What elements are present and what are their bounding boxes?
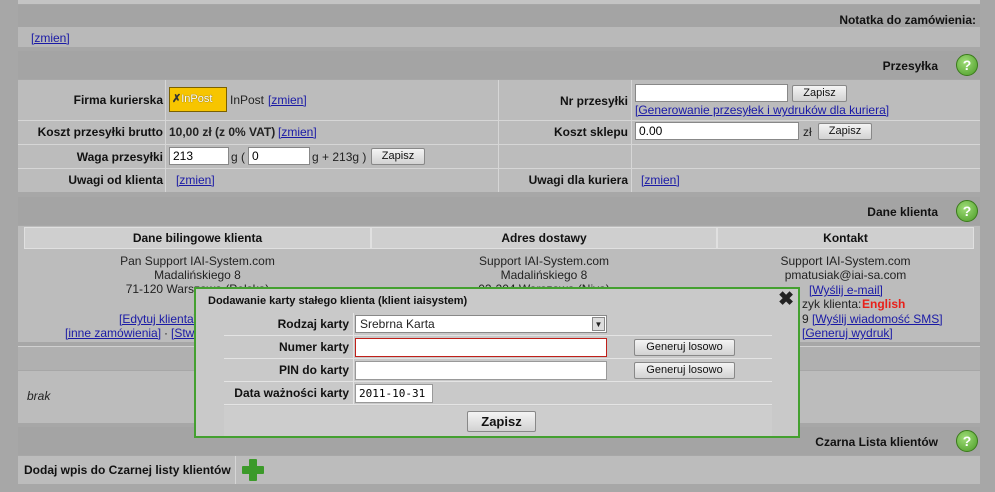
send-sms-link[interactable]: [Wyślij wiadomość SMS] <box>812 312 943 326</box>
shop-cost-input[interactable] <box>635 122 799 140</box>
courier-notes-change-link[interactable]: [zmien] <box>641 173 680 187</box>
pin-input[interactable] <box>355 361 607 380</box>
expiry-input[interactable] <box>355 384 433 403</box>
courier-label: Firma kurierska <box>73 93 163 107</box>
courier-logo-icon: ✗ <box>172 93 182 105</box>
card-number-input[interactable] <box>355 338 607 357</box>
billing-street: Madalińskiego 8 <box>154 268 241 282</box>
weight-extra-input[interactable] <box>248 147 310 165</box>
blacklist-add-label: Dodaj wpis do Czarnej listy klientów <box>24 463 231 477</box>
empty-value: brak <box>27 389 51 403</box>
shipment-rowline-2 <box>18 144 980 145</box>
tracking-number-input[interactable] <box>635 84 788 102</box>
contact-column-header: Kontakt <box>717 227 974 249</box>
shipment-section-header: Przesyłka ? <box>18 51 980 79</box>
delivery-name: Support IAI-System.com <box>478 254 610 268</box>
help-icon[interactable]: ? <box>956 430 978 452</box>
edit-client-link[interactable]: [Edytuj klienta] <box>119 312 197 326</box>
client-notes-label: Uwagi od klienta <box>68 173 163 187</box>
expiry-divider <box>353 382 354 404</box>
shipment-rowline-1 <box>18 120 980 121</box>
plus-icon-horizontal <box>242 466 264 474</box>
close-icon[interactable]: ✖ <box>778 290 794 310</box>
card-type-select[interactable]: Srebrna Karta ▼ <box>355 315 607 333</box>
note-change-link[interactable]: [zmien] <box>31 31 70 45</box>
gross-cost-label: Koszt przesyłki brutto <box>37 125 163 139</box>
language-label: zyk klienta: <box>802 297 862 311</box>
blacklist-divider <box>235 456 236 484</box>
billing-link-separator: · <box>164 326 168 340</box>
help-icon[interactable]: ? <box>956 200 978 222</box>
billing-column-header: Dane bilingowe klienta <box>24 227 371 249</box>
pin-row: PIN do karty Generuj losowo <box>224 359 772 382</box>
shop-cost-save-button[interactable]: Zapisz <box>818 123 872 140</box>
weight-unit-open: g ( <box>231 150 246 164</box>
card-number-label: Numer karty <box>278 340 349 354</box>
card-number-random-button[interactable]: Generuj losowo <box>634 339 735 356</box>
weight-label: Waga przesyłki <box>76 150 163 164</box>
card-type-divider <box>353 313 354 335</box>
gross-cost-change-link[interactable]: [zmien] <box>278 125 317 139</box>
shipment-title: Przesyłka <box>882 59 938 73</box>
weight-save-button[interactable]: Zapisz <box>371 148 425 165</box>
dialog-footer: Zapisz <box>224 406 772 436</box>
card-type-value: Srebrna Karta <box>360 317 435 331</box>
send-email-link[interactable]: [Wyślij e-mail] <box>809 283 883 297</box>
card-number-divider <box>353 336 354 358</box>
pin-random-button[interactable]: Generuj losowo <box>634 362 735 379</box>
shipment-divider-2 <box>498 80 499 192</box>
shipment-divider-3 <box>631 80 632 192</box>
contact-email: pmatusiak@iai-sa.com <box>784 268 907 282</box>
generate-print-link[interactable]: [Generuj wydruk] <box>802 326 893 340</box>
tracking-number-label: Nr przesyłki <box>559 94 628 108</box>
client-title: Dane klienta <box>867 205 938 219</box>
shipment-divider-1 <box>165 80 166 192</box>
blacklist-title: Czarna Lista klientów <box>815 435 938 449</box>
note-title: Notatka do zamówienia: <box>839 13 976 27</box>
courier-notes-label: Uwagi dla kuriera <box>528 173 628 187</box>
contact-name: Support IAI-System.com <box>780 254 911 268</box>
generate-shipments-link[interactable]: [Generowanie przesyłek i wydruków dla ku… <box>635 103 889 117</box>
card-number-row: Numer karty Generuj losowo <box>224 336 772 359</box>
card-type-label: Rodzaj karty <box>277 317 349 331</box>
dialog-title: Dodawanie karty stałego klienta (klient … <box>208 295 468 307</box>
inpost-logo: ✗InPost <box>169 87 227 112</box>
loyalty-card-dialog: Dodawanie karty stałego klienta (klient … <box>194 287 800 438</box>
pin-divider <box>353 359 354 381</box>
dialog-save-button[interactable]: Zapisz <box>467 411 536 432</box>
delivery-street: Madalińskiego 8 <box>500 268 588 282</box>
client-section-header: Dane klienta ? <box>18 197 980 225</box>
language-value: English <box>862 297 906 311</box>
gross-cost-value: 10,00 zł (z 0% VAT) <box>169 125 276 139</box>
tracking-save-button[interactable]: Zapisz <box>792 85 847 102</box>
plus-icon[interactable] <box>242 459 264 481</box>
courier-name: InPost <box>230 93 265 107</box>
help-icon[interactable]: ? <box>956 54 978 76</box>
courier-change-link[interactable]: [zmien] <box>268 93 307 107</box>
expiry-label: Data ważności karty <box>234 386 349 400</box>
shop-cost-currency: zł <box>803 125 812 139</box>
chevron-down-icon: ▼ <box>592 317 605 331</box>
phone-tail: 9 <box>802 312 809 326</box>
weight-suffix: g + 213g ) <box>312 150 367 164</box>
shipment-rowline-3 <box>18 168 980 169</box>
other-orders-link[interactable]: [inne zamówienia] <box>65 326 161 340</box>
billing-name: Pan Support IAI-System.com <box>120 254 275 268</box>
delivery-column-header: Adres dostawy <box>371 227 717 249</box>
expiry-row: Data ważności karty <box>224 382 772 405</box>
client-notes-change-link[interactable]: [zmien] <box>176 173 215 187</box>
shop-cost-label: Koszt sklepu <box>553 125 628 139</box>
note-panel <box>18 27 980 47</box>
courier-logo-text: InPost <box>181 93 213 105</box>
pin-label: PIN do karty <box>278 363 349 377</box>
weight-input[interactable] <box>169 147 229 165</box>
card-type-row: Rodzaj karty Srebrna Karta ▼ <box>224 313 772 336</box>
top-strip <box>18 0 980 4</box>
